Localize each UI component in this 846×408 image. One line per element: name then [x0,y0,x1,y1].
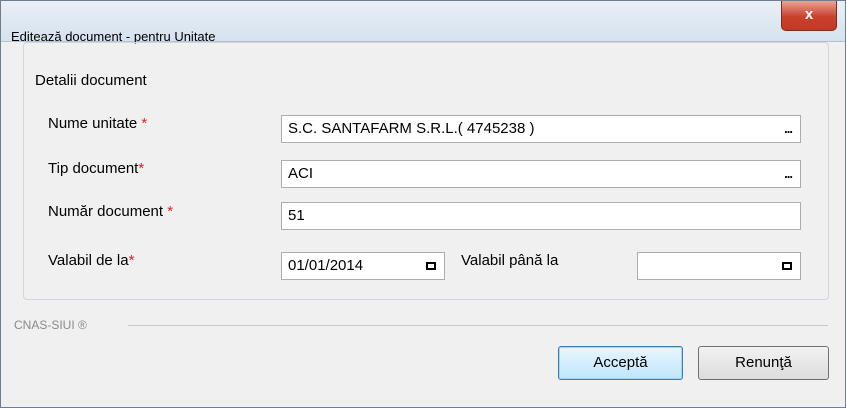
accept-button[interactable]: Acceptă [558,346,683,380]
nume-unitate-value: S.C. SANTAFARM S.R.L.( 4745238 ) [288,120,535,137]
valabil-de-la-value: 01/01/2014 [288,257,364,274]
nume-unitate-field[interactable]: S.C. SANTAFARM S.R.L.( 4745238 ) ... [281,115,801,143]
valabil-de-la-label: Valabil de la* [48,252,135,269]
title-bar[interactable]: Editează document - pentru Unitate x [1,1,845,44]
footer-brand: CNAS-SIUI ® [14,318,87,332]
numar-document-field[interactable]: 51 [281,202,801,230]
nume-unitate-label: Nume unitate * [48,115,148,132]
group-title: Detalii document [31,72,151,89]
calendar-icon[interactable] [782,262,792,270]
valabil-pana-la-field[interactable] [637,252,801,280]
valabil-pana-la-label: Valabil până la [461,252,559,269]
footer-divider [128,325,828,326]
numar-document-value: 51 [288,207,305,224]
calendar-icon[interactable] [426,262,436,270]
tip-document-field[interactable]: ACI ... [281,160,801,188]
numar-document-label: Număr document * [48,203,174,220]
close-button[interactable]: x [781,1,837,31]
nume-unitate-browse-button[interactable]: ... [784,116,793,142]
tip-document-browse-button[interactable]: ... [784,161,793,187]
cancel-button[interactable]: Renunţă [698,346,829,380]
valabil-de-la-field[interactable]: 01/01/2014 [281,252,445,280]
tip-document-value: ACI [288,165,314,182]
tip-document-label: Tip document* [48,160,145,177]
